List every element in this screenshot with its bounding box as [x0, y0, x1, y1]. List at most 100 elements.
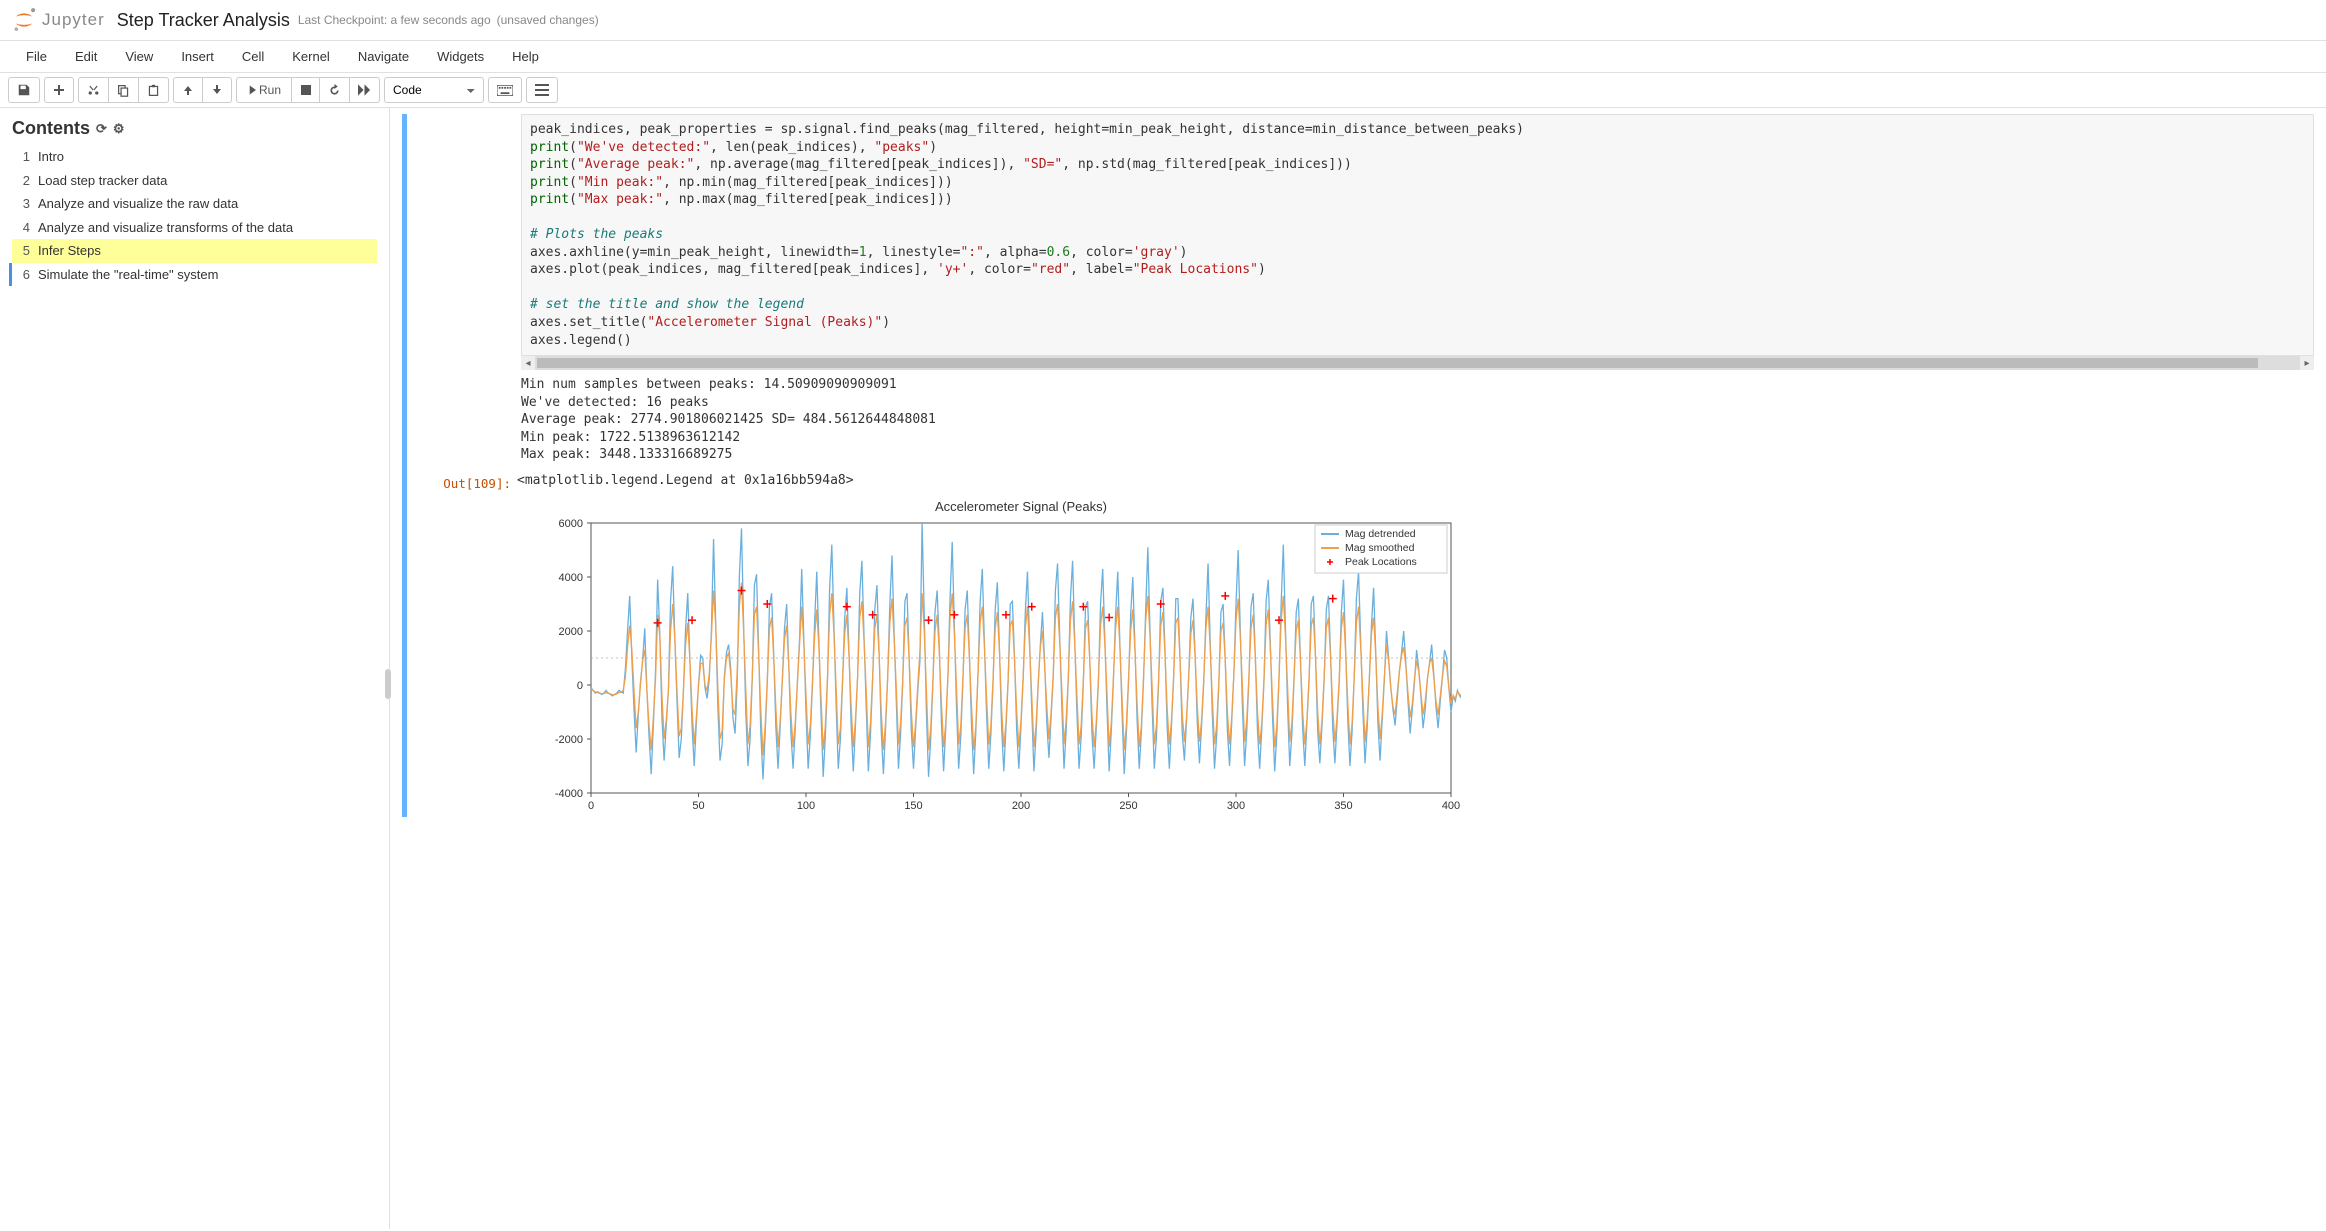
- toc-link[interactable]: Analyze and visualize the raw data: [38, 194, 238, 214]
- move-up-button[interactable]: [173, 77, 203, 103]
- toc-item[interactable]: 4 Analyze and visualize transforms of the…: [12, 216, 377, 240]
- scroll-left-arrow[interactable]: ◂: [521, 356, 535, 370]
- toc-link[interactable]: Simulate the "real-time" system: [38, 265, 218, 285]
- restart-button[interactable]: [320, 77, 350, 103]
- scroll-thumb[interactable]: [537, 358, 2258, 368]
- refresh-icon[interactable]: ⟳: [96, 121, 107, 137]
- jupyter-icon: [10, 6, 38, 34]
- interrupt-button[interactable]: [292, 77, 320, 103]
- copy-button[interactable]: [109, 77, 139, 103]
- svg-text:Mag smoothed: Mag smoothed: [1345, 542, 1415, 554]
- notebook-title[interactable]: Step Tracker Analysis: [117, 10, 290, 31]
- arrow-up-icon: [182, 84, 194, 96]
- toc-header: Contents ⟳ ⚙: [12, 118, 377, 139]
- menu-edit[interactable]: Edit: [63, 45, 109, 68]
- paste-button[interactable]: [139, 77, 169, 103]
- svg-text:Mag detrended: Mag detrended: [1345, 528, 1416, 540]
- svg-text:-2000: -2000: [555, 734, 583, 746]
- output-prompt: Out[109]:: [407, 472, 517, 492]
- toc-link[interactable]: Analyze and visualize transforms of the …: [38, 218, 293, 238]
- toc-number: 5: [16, 241, 30, 261]
- svg-text:50: 50: [692, 800, 704, 812]
- svg-text:4000: 4000: [559, 572, 583, 584]
- menu-cell[interactable]: Cell: [230, 45, 276, 68]
- scissors-icon: [87, 84, 100, 97]
- toc-link[interactable]: Intro: [38, 147, 64, 167]
- svg-text:200: 200: [1012, 800, 1030, 812]
- restart-icon: [328, 84, 341, 97]
- celltype-select[interactable]: Code: [384, 77, 484, 103]
- svg-text:250: 250: [1119, 800, 1137, 812]
- jupyter-text: Jupyter: [42, 10, 105, 30]
- svg-text:350: 350: [1334, 800, 1352, 812]
- svg-text:6000: 6000: [559, 518, 583, 530]
- stop-icon: [301, 85, 311, 95]
- toc-link[interactable]: Infer Steps: [38, 241, 101, 261]
- paste-icon: [147, 84, 160, 97]
- stdout-output: Min num samples between peaks: 14.509090…: [521, 370, 2314, 466]
- run-button[interactable]: Run: [236, 77, 292, 103]
- toc-item[interactable]: 1 Intro: [12, 145, 377, 169]
- toc-number: 3: [16, 194, 30, 214]
- scroll-right-arrow[interactable]: ▸: [2300, 356, 2314, 370]
- svg-text:Accelerometer Signal (Peaks): Accelerometer Signal (Peaks): [935, 499, 1107, 514]
- save-icon: [17, 83, 31, 97]
- menu-navigate[interactable]: Navigate: [346, 45, 421, 68]
- menu-widgets[interactable]: Widgets: [425, 45, 496, 68]
- code-input[interactable]: peak_indices, peak_properties = sp.signa…: [521, 114, 2314, 356]
- sidebar-resize-handle[interactable]: [385, 669, 391, 699]
- copy-icon: [117, 84, 130, 97]
- svg-text:Peak Locations: Peak Locations: [1345, 556, 1417, 568]
- toc-toggle-button[interactable]: [526, 77, 558, 103]
- toc-item[interactable]: 6 Simulate the "real-time" system: [9, 263, 377, 287]
- toc-number: 1: [16, 147, 30, 167]
- menu-file[interactable]: File: [14, 45, 59, 68]
- menu-view[interactable]: View: [113, 45, 165, 68]
- toc-item[interactable]: 5 Infer Steps: [12, 239, 377, 263]
- toc-number: 4: [16, 218, 30, 238]
- toc-link[interactable]: Load step tracker data: [38, 171, 167, 191]
- save-button[interactable]: [8, 77, 40, 103]
- keyboard-icon: [497, 85, 513, 96]
- svg-text:400: 400: [1442, 800, 1460, 812]
- notebook-header: Jupyter Step Tracker Analysis Last Check…: [0, 0, 2326, 41]
- menubar: File Edit View Insert Cell Kernel Naviga…: [0, 41, 2326, 73]
- toc-sidebar: Contents ⟳ ⚙ 1 Intro2Load step tracker da…: [0, 108, 390, 1229]
- menu-insert[interactable]: Insert: [169, 45, 226, 68]
- list-icon: [535, 84, 549, 96]
- command-palette-button[interactable]: [488, 77, 522, 103]
- menu-help[interactable]: Help: [500, 45, 551, 68]
- unsaved-text: (unsaved changes): [497, 13, 599, 27]
- toc-title: Contents: [12, 118, 90, 139]
- insert-cell-button[interactable]: [44, 77, 74, 103]
- horizontal-scrollbar[interactable]: ◂ ▸: [521, 356, 2314, 370]
- restart-run-button[interactable]: [350, 77, 380, 103]
- move-down-button[interactable]: [203, 77, 232, 103]
- run-icon: [247, 85, 256, 95]
- svg-text:0: 0: [577, 680, 583, 692]
- fast-forward-icon: [358, 84, 371, 96]
- checkpoint-text: Last Checkpoint: a few seconds ago: [298, 13, 491, 27]
- code-cell[interactable]: peak_indices, peak_properties = sp.signa…: [402, 114, 2314, 817]
- gear-icon[interactable]: ⚙: [113, 121, 125, 137]
- notebook-area[interactable]: peak_indices, peak_properties = sp.signa…: [390, 108, 2326, 1229]
- toc-number: 6: [16, 265, 30, 285]
- toc-item[interactable]: 3 Analyze and visualize the raw data: [12, 192, 377, 216]
- toolbar: Run Code: [0, 73, 2326, 108]
- toc-item[interactable]: 2Load step tracker data: [12, 169, 377, 193]
- svg-text:0: 0: [588, 800, 594, 812]
- plus-icon: [53, 84, 65, 96]
- menu-kernel[interactable]: Kernel: [280, 45, 342, 68]
- cut-button[interactable]: [78, 77, 109, 103]
- svg-text:150: 150: [904, 800, 922, 812]
- svg-text:300: 300: [1227, 800, 1245, 812]
- svg-text:2000: 2000: [559, 626, 583, 638]
- toc-list: 1 Intro2Load step tracker data3 Analyze an…: [12, 145, 377, 286]
- svg-text:-4000: -4000: [555, 788, 583, 800]
- chart-output: Accelerometer Signal (Peaks) -4000 -2000 0 2…: [521, 491, 2314, 817]
- arrow-down-icon: [211, 84, 223, 96]
- accelerometer-chart: Accelerometer Signal (Peaks) -4000 -2000 0 2…: [521, 497, 1461, 817]
- jupyter-logo[interactable]: Jupyter: [10, 6, 105, 34]
- input-prompt: [411, 114, 521, 817]
- svg-text:100: 100: [797, 800, 815, 812]
